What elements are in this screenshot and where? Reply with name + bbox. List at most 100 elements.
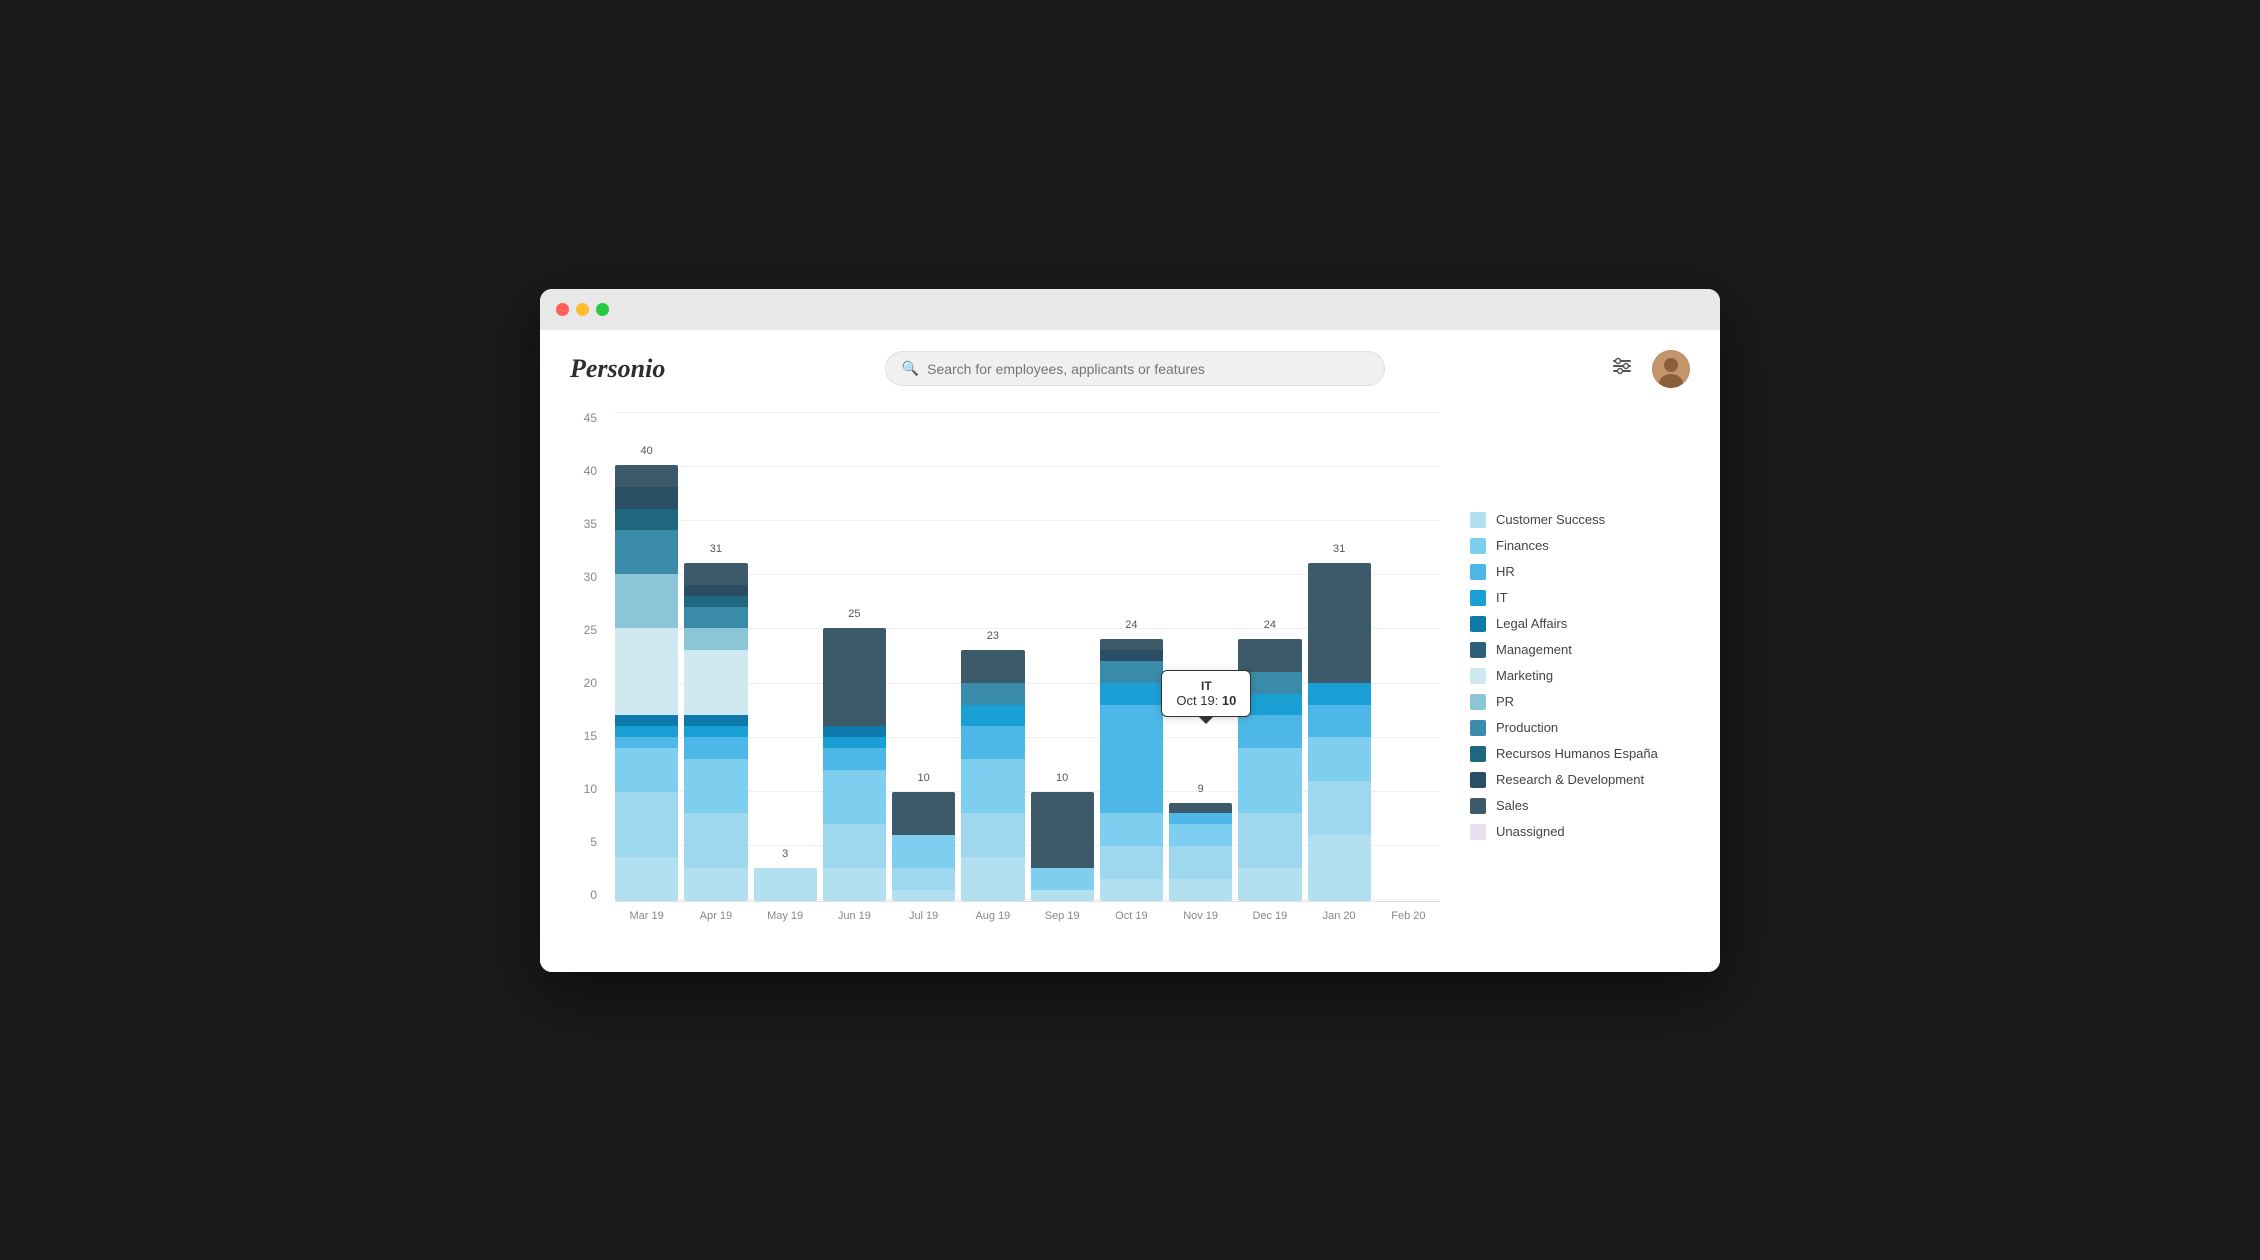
bar-total-label: 40 (641, 445, 653, 457)
legend-item: Finances (1470, 538, 1690, 554)
x-label: Sep 19 (1031, 910, 1094, 922)
bar-group[interactable]: 9 (1169, 803, 1232, 901)
bar-group[interactable]: 40 (615, 465, 678, 901)
browser-chrome (540, 289, 1720, 330)
bar-segment (961, 683, 1024, 705)
bar-segment (615, 628, 678, 715)
bar-total-label: 9 (1198, 783, 1204, 795)
bar-segment (823, 748, 886, 770)
search-input[interactable] (927, 361, 1368, 377)
bar-segment (1169, 813, 1232, 824)
bar-stack (1100, 639, 1163, 900)
bar-segment (615, 715, 678, 726)
bar-total-label: 23 (987, 630, 999, 642)
bar-segment (615, 737, 678, 748)
chart-plot: 40313251023102492431 (615, 412, 1440, 902)
legend-color-swatch (1470, 798, 1486, 814)
legend-item: PR (1470, 694, 1690, 710)
x-label: Dec 19 (1238, 910, 1301, 922)
bar-group[interactable]: 10 (892, 792, 955, 901)
bar-stack (961, 650, 1024, 900)
bar-segment (1238, 868, 1301, 901)
legend-item: Unassigned (1470, 824, 1690, 840)
bar-segment (684, 715, 747, 726)
bar-group[interactable]: 24 (1100, 639, 1163, 900)
chart-container: 45 40 35 30 25 20 15 10 5 0 (570, 412, 1440, 942)
bar-segment (1100, 813, 1163, 846)
traffic-lights (556, 303, 609, 316)
legend-label: Sales (1496, 798, 1529, 813)
grid-line (615, 466, 1440, 467)
bar-group[interactable]: 31 (1308, 563, 1371, 901)
legend-label: Production (1496, 720, 1558, 735)
bar-segment (1100, 650, 1163, 661)
app-content: Personio 🔍 (540, 330, 1720, 972)
grid-line (615, 520, 1440, 521)
legend-label: PR (1496, 694, 1514, 709)
bar-segment (684, 563, 747, 585)
bar-segment (615, 792, 678, 857)
bar-segment (823, 726, 886, 737)
bar-total-label: 25 (848, 608, 860, 620)
bar-group[interactable]: 23 (961, 650, 1024, 900)
legend-color-swatch (1470, 824, 1486, 840)
bar-segment (823, 628, 886, 726)
bar-segment (823, 770, 886, 824)
bar-segment (823, 868, 886, 901)
x-label: Nov 19 (1169, 910, 1232, 922)
top-bar: Personio 🔍 (570, 350, 1690, 388)
bar-total-label: 31 (710, 543, 722, 555)
legend-color-swatch (1470, 642, 1486, 658)
bar-segment (615, 509, 678, 531)
bar-total-label: 24 (1264, 619, 1276, 631)
traffic-light-green[interactable] (596, 303, 609, 316)
bar-segment (684, 628, 747, 650)
bar-segment (1308, 683, 1371, 705)
bar-segment (1238, 694, 1301, 716)
search-bar[interactable]: 🔍 (885, 351, 1385, 386)
bar-segment (1031, 792, 1094, 868)
bar-segment (1169, 824, 1232, 846)
bar-group[interactable]: 3 (754, 868, 817, 901)
bar-segment (1238, 715, 1301, 748)
legend-item: Marketing (1470, 668, 1690, 684)
bar-segment (684, 585, 747, 596)
bar-segment (892, 792, 955, 836)
bar-stack (754, 868, 817, 901)
bar-group[interactable]: 25 (823, 628, 886, 900)
y-label-30: 30 (584, 571, 597, 583)
bar-segment (961, 726, 1024, 759)
x-label: Mar 19 (615, 910, 678, 922)
legend: Customer Success Finances HR IT Legal Af… (1470, 412, 1690, 942)
search-icon: 🔍 (902, 360, 919, 377)
y-label-40: 40 (584, 465, 597, 477)
bar-segment (1169, 879, 1232, 901)
bar-segment (615, 857, 678, 901)
legend-item: Sales (1470, 798, 1690, 814)
bar-segment (961, 759, 1024, 813)
traffic-light-yellow[interactable] (576, 303, 589, 316)
bar-segment (892, 868, 955, 890)
bar-segment (754, 868, 817, 901)
filter-button[interactable] (1604, 352, 1640, 385)
legend-label: Research & Development (1496, 772, 1644, 787)
bar-segment (823, 737, 886, 748)
legend-item: Management (1470, 642, 1690, 658)
bar-group[interactable]: 24 (1238, 639, 1301, 900)
bar-segment (961, 705, 1024, 727)
x-label: Aug 19 (961, 910, 1024, 922)
legend-item: Research & Development (1470, 772, 1690, 788)
avatar[interactable] (1652, 350, 1690, 388)
bar-segment (1238, 672, 1301, 694)
bar-group[interactable]: 10 (1031, 792, 1094, 901)
bar-stack (1308, 563, 1371, 901)
bar-segment (961, 857, 1024, 901)
legend-label: Marketing (1496, 668, 1553, 683)
traffic-light-red[interactable] (556, 303, 569, 316)
y-label-20: 20 (584, 677, 597, 689)
legend-color-swatch (1470, 512, 1486, 528)
bar-segment (615, 487, 678, 509)
bar-group[interactable]: 31 (684, 563, 747, 901)
legend-color-swatch (1470, 694, 1486, 710)
legend-color-swatch (1470, 668, 1486, 684)
